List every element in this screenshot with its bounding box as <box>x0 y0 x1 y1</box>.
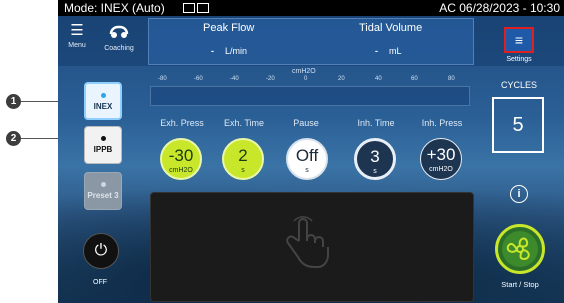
pause-knob[interactable]: Off s <box>286 138 328 180</box>
inh-press-value: +30 <box>426 145 456 164</box>
inh-press-knob[interactable]: +30 cmH2O <box>420 138 462 180</box>
tidal-volume-title: Tidal Volume <box>359 22 423 34</box>
battery-icon <box>183 3 195 13</box>
scale-tick-label: 0 <box>304 76 308 82</box>
inh-time-unit: s <box>373 168 377 175</box>
start-stop-button[interactable] <box>495 224 545 274</box>
exh-time-value: 2 <box>238 146 248 165</box>
exh-press-label: Exh. Press <box>160 118 204 128</box>
pause-label: Pause <box>293 118 319 128</box>
scale-tick-label: 80 <box>448 76 455 82</box>
power-icon: ⏻ <box>94 242 108 259</box>
pressure-bar <box>150 86 470 106</box>
start-stop-label: Start / Stop <box>501 280 539 289</box>
menu-button[interactable]: ☰ Menu <box>62 20 92 62</box>
mode-ippb-label: IPPB <box>93 145 113 154</box>
hamburger-icon: ☰ <box>70 22 84 39</box>
fan-icon <box>502 231 538 267</box>
mode-inex-button[interactable]: INEX <box>84 82 122 120</box>
device-screen: Mode: INEX (Auto) AC 06/28/2023 - 10:30 … <box>58 0 564 303</box>
battery-2-icon <box>197 3 209 13</box>
coaching-label: Coaching <box>104 45 134 52</box>
info-icon[interactable]: i <box>510 185 528 203</box>
inh-time-value: 3 <box>370 147 380 166</box>
active-dot <box>100 93 106 98</box>
menu-label: Menu <box>68 42 86 49</box>
mode-inex-label: INEX <box>93 102 113 111</box>
peak-flow-unit: L/min <box>225 46 248 56</box>
exh-time-unit: s <box>241 167 245 174</box>
callout-1: 1 <box>6 94 21 109</box>
peak-flow-title: Peak Flow <box>203 22 255 34</box>
power-button[interactable]: ⏻ <box>83 233 119 269</box>
lungs-icon <box>109 25 129 38</box>
peak-flow-value: - <box>211 46 214 56</box>
touch-hand-icon <box>286 216 329 268</box>
status-bar: Mode: INEX (Auto) AC 06/28/2023 - 10:30 <box>58 0 564 16</box>
settings-button[interactable]: ≡ <box>504 27 534 53</box>
cycles-counter[interactable]: 5 <box>492 97 544 153</box>
flow-panel: Peak Flow - L/min Tidal Volume - mL <box>148 18 474 65</box>
coaching-button[interactable]: Coaching <box>98 20 140 62</box>
exh-press-unit: cmH2O <box>169 167 193 174</box>
cycles-label: CYCLES <box>500 80 537 90</box>
mode-preset3-label: Preset 3 <box>87 191 119 200</box>
callout-2: 2 <box>6 131 21 146</box>
inh-time-knob[interactable]: 3 s <box>354 138 396 180</box>
inh-press-label: Inh. Press <box>421 118 463 128</box>
tidal-volume-unit: mL <box>389 46 402 56</box>
mode-status: Mode: INEX (Auto) <box>64 1 165 15</box>
scale-tick-label: -40 <box>230 76 239 82</box>
scale-tick-label: 60 <box>411 76 418 82</box>
scale-tick-label: -80 <box>158 76 167 82</box>
exh-time-label: Exh. Time <box>223 118 264 128</box>
tidal-volume-value: - <box>375 46 378 56</box>
mode-dot <box>100 182 106 187</box>
pressure-scale: -80 -60 -40 -20 0 20 40 60 80 <box>150 74 468 84</box>
mode-ippb-button[interactable]: IPPB <box>84 126 122 164</box>
scale-tick-label: 20 <box>338 76 345 82</box>
exh-press-value: -30 <box>168 146 194 165</box>
scale-tick-label: -60 <box>194 76 203 82</box>
settings-label: Settings <box>506 56 532 63</box>
pause-value: Off <box>295 146 319 165</box>
exh-time-knob[interactable]: 2 s <box>222 138 264 180</box>
pause-unit: s <box>305 167 309 174</box>
waveform-display[interactable] <box>150 192 474 302</box>
off-label: OFF <box>93 279 107 286</box>
power-datetime: AC 06/28/2023 - 10:30 <box>439 1 560 15</box>
mode-dot <box>100 136 106 141</box>
exh-press-knob[interactable]: -30 cmH2O <box>160 138 202 180</box>
inh-press-unit: cmH2O <box>429 166 453 173</box>
scale-tick-label: -20 <box>266 76 275 82</box>
mode-preset3-button[interactable]: Preset 3 <box>84 172 122 210</box>
scale-tick-label: 40 <box>375 76 382 82</box>
sliders-icon: ≡ <box>514 32 524 48</box>
inh-time-label: Inh. Time <box>357 118 395 128</box>
